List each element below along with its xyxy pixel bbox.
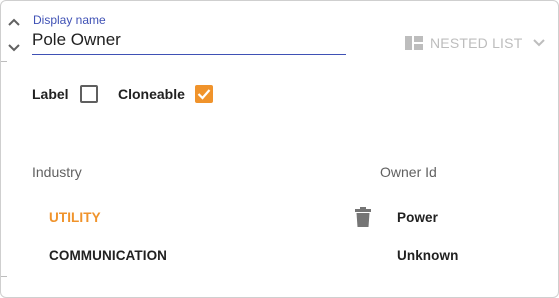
delete-row-button[interactable] [355, 207, 371, 227]
field-config-card: Display name NESTED LIST Label Cloneable… [0, 0, 559, 298]
move-up-button[interactable] [6, 15, 22, 29]
display-name-label: Display name [33, 13, 106, 27]
dashboard-icon [405, 36, 423, 50]
cloneable-option-label: Cloneable [118, 86, 185, 102]
table-row-owner-id[interactable]: Power [397, 210, 438, 225]
border-tick [1, 276, 7, 277]
trash-icon [355, 207, 371, 227]
table-row-industry[interactable]: COMMUNICATION [49, 248, 167, 263]
view-mode-select[interactable]: NESTED LIST [405, 33, 546, 53]
chevron-down-icon [533, 39, 546, 47]
column-header-owner-id: Owner Id [380, 164, 437, 180]
chevron-up-icon [8, 18, 20, 26]
table-row-owner-id[interactable]: Unknown [397, 248, 458, 263]
view-mode-label: NESTED LIST [430, 35, 523, 51]
chevron-down-icon [8, 44, 20, 52]
border-tick [1, 61, 7, 62]
display-name-input[interactable] [32, 29, 346, 55]
move-down-button[interactable] [6, 41, 22, 55]
checkmark-icon [197, 89, 211, 100]
label-checkbox[interactable] [80, 85, 98, 103]
label-option-label: Label [32, 86, 69, 102]
table-row-industry[interactable]: UTILITY [49, 210, 101, 225]
cloneable-checkbox[interactable] [195, 85, 213, 103]
column-header-industry: Industry [32, 164, 82, 180]
